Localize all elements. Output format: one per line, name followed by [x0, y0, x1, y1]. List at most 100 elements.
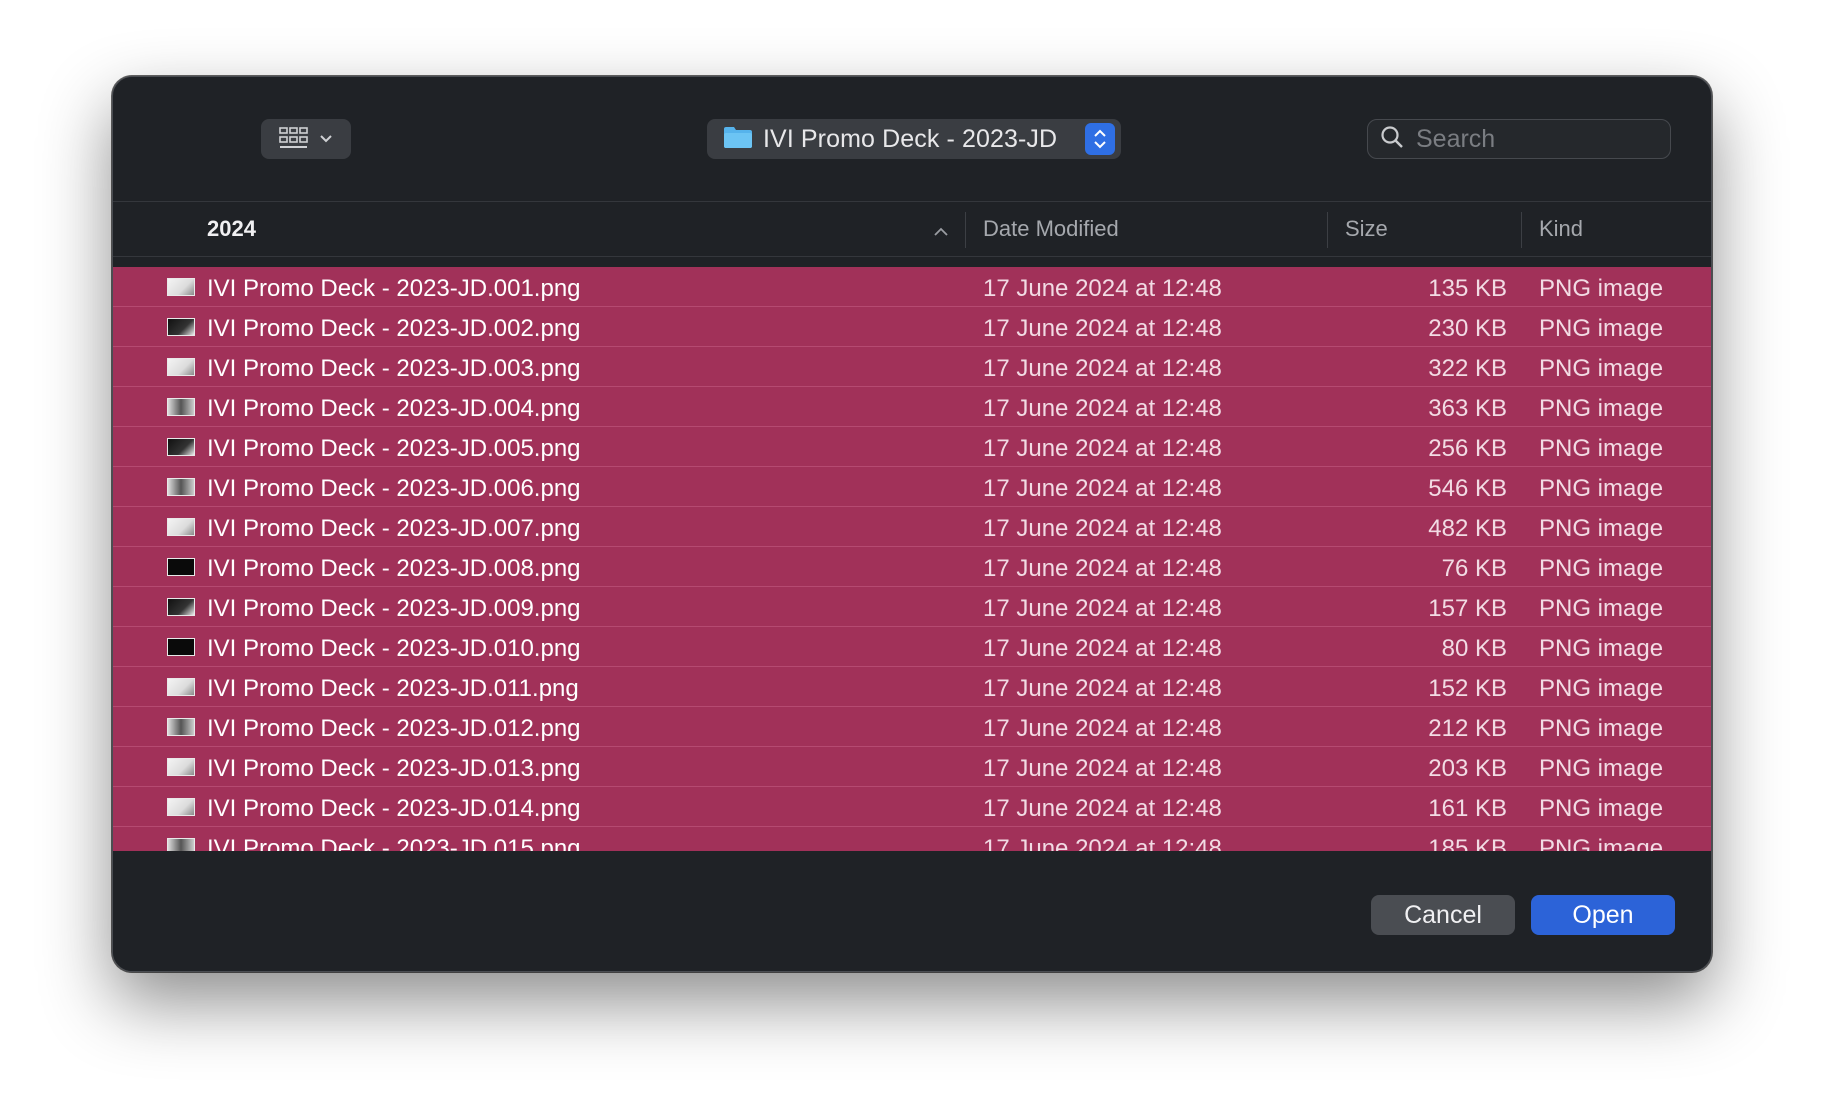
png-thumbnail-icon	[167, 598, 195, 616]
png-thumbnail-icon	[167, 478, 195, 496]
file-name: IVI Promo Deck - 2023-JD.008.png	[207, 555, 581, 582]
search-icon	[1380, 125, 1404, 154]
file-name: IVI Promo Deck - 2023-JD.002.png	[207, 315, 581, 342]
file-kind: PNG image	[1539, 795, 1664, 822]
file-size: 185 KB	[1428, 835, 1507, 851]
file-row[interactable]: IVI Promo Deck - 2023-JD.015.png 17 June…	[113, 827, 1711, 851]
file-size: 212 KB	[1428, 715, 1507, 742]
file-name: IVI Promo Deck - 2023-JD.011.png	[207, 675, 579, 702]
png-thumbnail-icon	[167, 638, 195, 656]
file-date: 17 June 2024 at 12:48	[983, 515, 1222, 542]
file-list[interactable]: IVI Promo Deck - 2023-JD.001.png 17 June…	[113, 267, 1711, 851]
search-input[interactable]	[1414, 123, 1658, 155]
file-date: 17 June 2024 at 12:48	[983, 395, 1222, 422]
cancel-button[interactable]: Cancel	[1371, 895, 1515, 935]
file-name: IVI Promo Deck - 2023-JD.006.png	[207, 475, 581, 502]
file-size: 230 KB	[1428, 315, 1507, 342]
file-date: 17 June 2024 at 12:48	[983, 835, 1222, 851]
file-kind: PNG image	[1539, 475, 1664, 502]
file-date: 17 June 2024 at 12:48	[983, 435, 1222, 462]
file-row[interactable]: IVI Promo Deck - 2023-JD.002.png 17 June…	[113, 307, 1711, 347]
open-button[interactable]: Open	[1531, 895, 1675, 935]
png-thumbnail-icon	[167, 518, 195, 536]
column-divider[interactable]	[965, 212, 966, 248]
file-size: 152 KB	[1428, 675, 1507, 702]
file-date: 17 June 2024 at 12:48	[983, 715, 1222, 742]
column-size[interactable]: Size	[1345, 202, 1388, 256]
location-label: IVI Promo Deck - 2023-JD	[763, 124, 1058, 153]
file-row[interactable]: IVI Promo Deck - 2023-JD.011.png 17 June…	[113, 667, 1711, 707]
file-row[interactable]: IVI Promo Deck - 2023-JD.008.png 17 June…	[113, 547, 1711, 587]
file-row[interactable]: IVI Promo Deck - 2023-JD.006.png 17 June…	[113, 467, 1711, 507]
png-thumbnail-icon	[167, 398, 195, 416]
file-row[interactable]: IVI Promo Deck - 2023-JD.007.png 17 June…	[113, 507, 1711, 547]
column-divider[interactable]	[1521, 212, 1522, 248]
file-row[interactable]: IVI Promo Deck - 2023-JD.003.png 17 June…	[113, 347, 1711, 387]
toolbar: IVI Promo Deck - 2023-JD	[113, 77, 1711, 851]
grid-icon	[279, 127, 309, 151]
file-size: 256 KB	[1428, 435, 1507, 462]
file-size: 546 KB	[1428, 475, 1507, 502]
file-name: IVI Promo Deck - 2023-JD.015.png	[207, 835, 581, 851]
png-thumbnail-icon	[167, 718, 195, 736]
file-date: 17 June 2024 at 12:48	[983, 275, 1222, 302]
search-field[interactable]	[1367, 119, 1671, 159]
file-row[interactable]: IVI Promo Deck - 2023-JD.001.png 17 June…	[113, 267, 1711, 307]
png-thumbnail-icon	[167, 838, 195, 851]
file-date: 17 June 2024 at 12:48	[983, 355, 1222, 382]
file-size: 322 KB	[1428, 355, 1507, 382]
file-kind: PNG image	[1539, 395, 1664, 422]
column-kind[interactable]: Kind	[1539, 202, 1583, 256]
file-row[interactable]: IVI Promo Deck - 2023-JD.009.png 17 June…	[113, 587, 1711, 627]
file-row[interactable]: IVI Promo Deck - 2023-JD.010.png 17 June…	[113, 627, 1711, 667]
png-thumbnail-icon	[167, 318, 195, 336]
file-name: IVI Promo Deck - 2023-JD.004.png	[207, 395, 581, 422]
file-date: 17 June 2024 at 12:48	[983, 755, 1222, 782]
file-date: 17 June 2024 at 12:48	[983, 555, 1222, 582]
file-size: 161 KB	[1428, 795, 1507, 822]
updown-chevron-icon[interactable]	[1085, 123, 1115, 155]
column-date-modified[interactable]: Date Modified	[983, 202, 1119, 256]
file-date: 17 June 2024 at 12:48	[983, 795, 1222, 822]
file-name: IVI Promo Deck - 2023-JD.003.png	[207, 355, 581, 382]
file-date: 17 June 2024 at 12:48	[983, 475, 1222, 502]
file-kind: PNG image	[1539, 355, 1664, 382]
png-thumbnail-icon	[167, 438, 195, 456]
file-name: IVI Promo Deck - 2023-JD.009.png	[207, 595, 581, 622]
file-row[interactable]: IVI Promo Deck - 2023-JD.012.png 17 June…	[113, 707, 1711, 747]
file-name: IVI Promo Deck - 2023-JD.012.png	[207, 715, 581, 742]
chevron-down-icon	[319, 134, 333, 144]
file-size: 203 KB	[1428, 755, 1507, 782]
file-row[interactable]: IVI Promo Deck - 2023-JD.004.png 17 June…	[113, 387, 1711, 427]
file-name: IVI Promo Deck - 2023-JD.001.png	[207, 275, 581, 302]
open-file-dialog: IVI Promo Deck - 2023-JD 2024 Da	[112, 76, 1712, 972]
file-name: IVI Promo Deck - 2023-JD.007.png	[207, 515, 581, 542]
column-divider[interactable]	[1327, 212, 1328, 248]
dialog-footer: Cancel Open	[113, 851, 1711, 971]
file-kind: PNG image	[1539, 755, 1664, 782]
file-row[interactable]: IVI Promo Deck - 2023-JD.014.png 17 June…	[113, 787, 1711, 827]
png-thumbnail-icon	[167, 278, 195, 296]
folder-icon	[723, 125, 753, 154]
location-popup[interactable]: IVI Promo Deck - 2023-JD	[707, 119, 1121, 159]
file-kind: PNG image	[1539, 715, 1664, 742]
png-thumbnail-icon	[167, 798, 195, 816]
file-kind: PNG image	[1539, 435, 1664, 462]
file-row[interactable]: IVI Promo Deck - 2023-JD.013.png 17 June…	[113, 747, 1711, 787]
file-size: 157 KB	[1428, 595, 1507, 622]
file-date: 17 June 2024 at 12:48	[983, 635, 1222, 662]
file-kind: PNG image	[1539, 555, 1664, 582]
file-size: 135 KB	[1428, 275, 1507, 302]
png-thumbnail-icon	[167, 758, 195, 776]
file-size: 363 KB	[1428, 395, 1507, 422]
file-row[interactable]: IVI Promo Deck - 2023-JD.005.png 17 June…	[113, 427, 1711, 467]
file-date: 17 June 2024 at 12:48	[983, 595, 1222, 622]
column-name[interactable]: 2024	[207, 202, 256, 256]
chevron-up-icon[interactable]	[933, 224, 949, 242]
file-kind: PNG image	[1539, 675, 1664, 702]
file-name: IVI Promo Deck - 2023-JD.013.png	[207, 755, 581, 782]
png-thumbnail-icon	[167, 558, 195, 576]
file-size: 482 KB	[1428, 515, 1507, 542]
file-name: IVI Promo Deck - 2023-JD.010.png	[207, 635, 581, 662]
grid-view-button[interactable]	[261, 119, 351, 159]
